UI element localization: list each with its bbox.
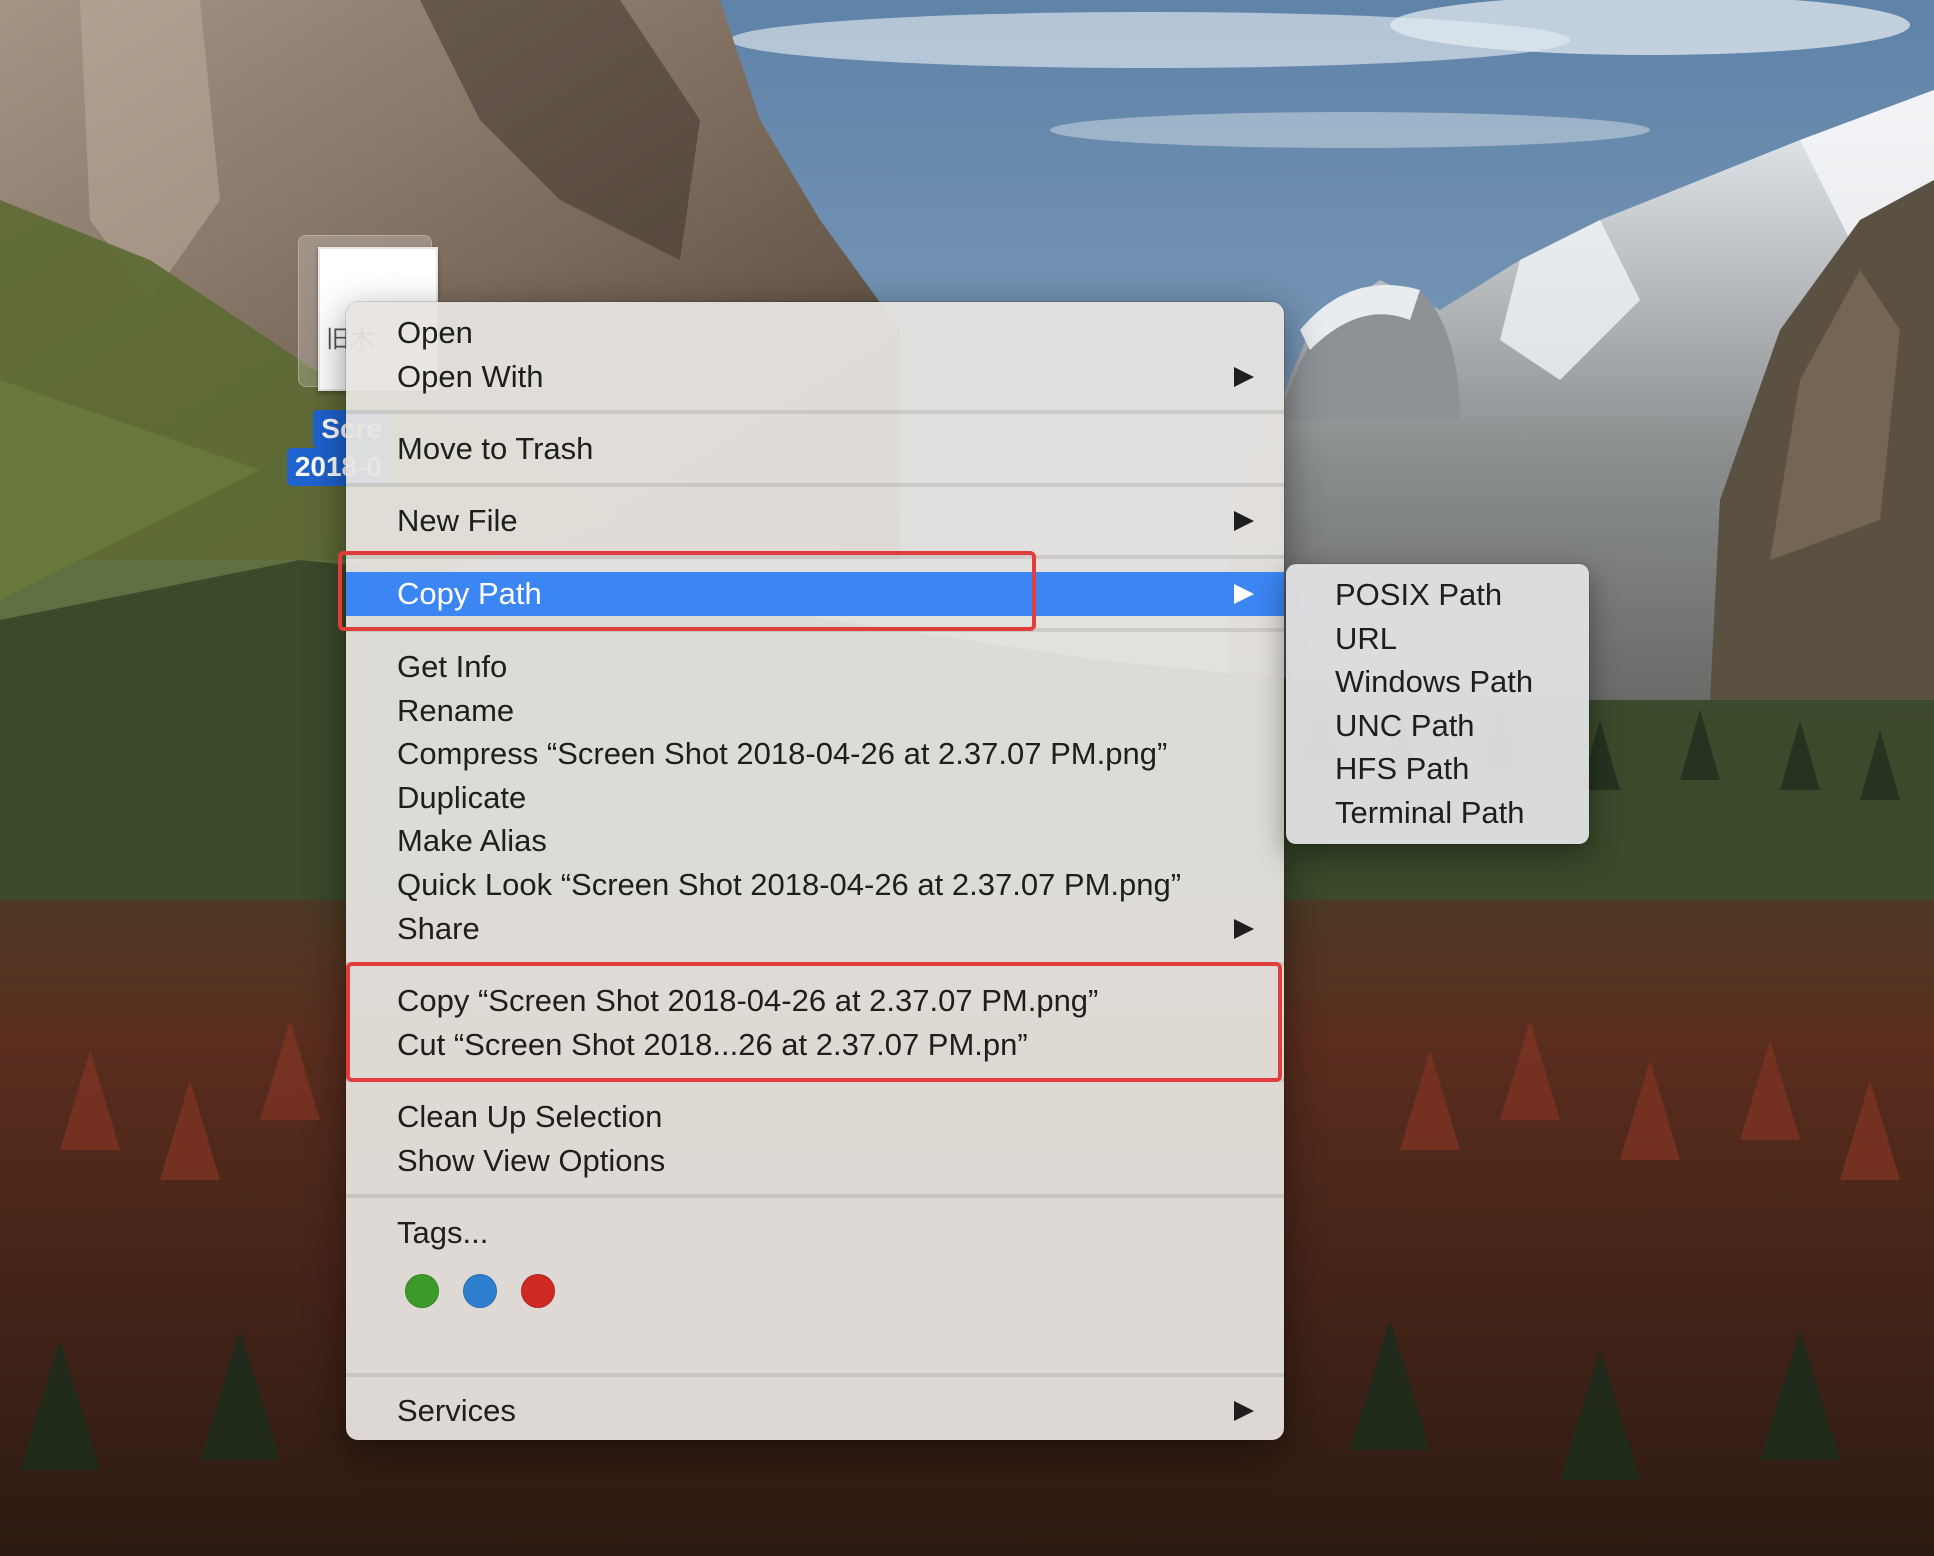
menu-item-label: Move to Trash <box>397 431 594 466</box>
menu-separator <box>346 1078 1284 1082</box>
menu-item-cut[interactable]: Cut “Screen Shot 2018...26 at 2.37.07 PM… <box>346 1023 1284 1067</box>
submenu-item-label: Terminal Path <box>1335 795 1525 830</box>
menu-item-label: Rename <box>397 693 515 728</box>
menu-item-open-with[interactable]: Open With <box>346 355 1284 399</box>
menu-item-clean-up-selection[interactable]: Clean Up Selection <box>346 1095 1284 1139</box>
menu-item-make-alias[interactable]: Make Alias <box>346 819 1284 863</box>
menu-item-get-info[interactable]: Get Info <box>346 645 1284 689</box>
copy-path-submenu: POSIX Path URL Windows Path UNC Path HFS… <box>1286 564 1589 844</box>
menu-item-show-view-options[interactable]: Show View Options <box>346 1139 1284 1183</box>
menu-separator <box>346 555 1284 559</box>
menu-separator <box>346 483 1284 487</box>
menu-item-copy-path[interactable]: Copy Path <box>346 572 1284 616</box>
submenu-arrow-icon <box>1234 1401 1254 1421</box>
red-tag-dot[interactable] <box>521 1274 555 1308</box>
menu-item-label: Tags... <box>397 1215 489 1250</box>
menu-item-label: Share <box>397 911 480 946</box>
menu-item-label: Clean Up Selection <box>397 1099 663 1134</box>
menu-item-label: Services <box>397 1393 516 1428</box>
submenu-arrow-icon <box>1234 367 1254 387</box>
menu-item-copy[interactable]: Copy “Screen Shot 2018-04-26 at 2.37.07 … <box>346 979 1284 1023</box>
submenu-item-posix-path[interactable]: POSIX Path <box>1286 573 1589 617</box>
menu-item-label: Copy “Screen Shot 2018-04-26 at 2.37.07 … <box>397 983 1099 1018</box>
menu-item-label: Copy Path <box>397 576 542 611</box>
menu-item-rename[interactable]: Rename <box>346 689 1284 733</box>
green-tag-dot[interactable] <box>405 1274 439 1308</box>
menu-item-label: Duplicate <box>397 780 527 815</box>
menu-separator <box>346 410 1284 414</box>
submenu-item-label: Windows Path <box>1335 664 1534 699</box>
tag-color-picker <box>405 1274 605 1314</box>
submenu-item-label: URL <box>1335 621 1398 656</box>
menu-item-label: Compress “Screen Shot 2018-04-26 at 2.37… <box>397 736 1168 771</box>
menu-item-services[interactable]: Services <box>346 1389 1284 1433</box>
menu-separator <box>346 1194 1284 1198</box>
submenu-item-label: UNC Path <box>1335 708 1475 743</box>
menu-item-duplicate[interactable]: Duplicate <box>346 776 1284 820</box>
menu-item-label: Make Alias <box>397 823 547 858</box>
blue-tag-dot[interactable] <box>463 1274 497 1308</box>
context-menu: Open Open With Move to Trash New File Co… <box>346 302 1284 1440</box>
menu-item-compress[interactable]: Compress “Screen Shot 2018-04-26 at 2.37… <box>346 732 1284 776</box>
menu-separator <box>346 1373 1284 1377</box>
menu-item-quick-look[interactable]: Quick Look “Screen Shot 2018-04-26 at 2.… <box>346 863 1284 907</box>
submenu-item-unc-path[interactable]: UNC Path <box>1286 704 1589 748</box>
submenu-item-hfs-path[interactable]: HFS Path <box>1286 747 1589 791</box>
menu-item-new-file[interactable]: New File <box>346 499 1284 543</box>
menu-item-label: New File <box>397 503 518 538</box>
submenu-item-label: HFS Path <box>1335 751 1470 786</box>
menu-item-label: Quick Look “Screen Shot 2018-04-26 at 2.… <box>397 867 1182 902</box>
menu-item-label: Open <box>397 315 473 350</box>
menu-separator <box>346 628 1284 632</box>
menu-separator <box>346 962 1284 966</box>
submenu-item-windows-path[interactable]: Windows Path <box>1286 660 1589 704</box>
menu-item-open[interactable]: Open <box>346 311 1284 355</box>
menu-item-label: Open With <box>397 359 544 394</box>
submenu-item-label: POSIX Path <box>1335 577 1503 612</box>
menu-item-label: Cut “Screen Shot 2018...26 at 2.37.07 PM… <box>397 1027 1028 1062</box>
submenu-item-terminal-path[interactable]: Terminal Path <box>1286 791 1589 835</box>
submenu-arrow-icon <box>1234 511 1254 531</box>
menu-item-move-to-trash[interactable]: Move to Trash <box>346 427 1284 471</box>
submenu-arrow-icon <box>1234 919 1254 939</box>
submenu-arrow-icon <box>1234 584 1254 604</box>
submenu-item-url[interactable]: URL <box>1286 617 1589 661</box>
menu-item-share[interactable]: Share <box>346 907 1284 951</box>
menu-item-label: Get Info <box>397 649 508 684</box>
menu-item-tags[interactable]: Tags... <box>346 1211 1284 1255</box>
menu-item-label: Show View Options <box>397 1143 666 1178</box>
